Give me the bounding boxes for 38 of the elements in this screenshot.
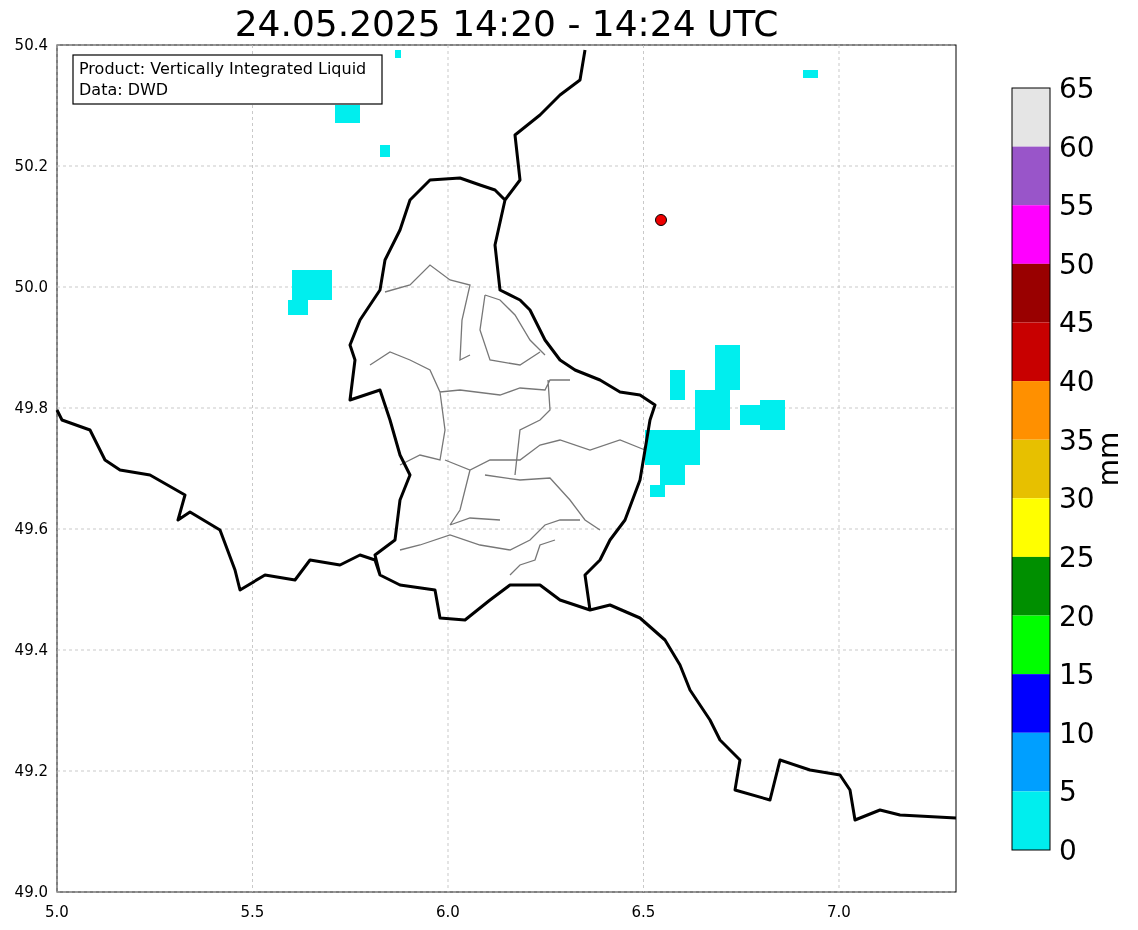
colorbar-label: mm — [1092, 431, 1125, 487]
colorbar-tick-label: 40 — [1059, 365, 1095, 399]
x-tick-label: 5.5 — [240, 903, 265, 921]
y-tick-label: 49.8 — [14, 399, 48, 417]
radar-echo — [803, 70, 818, 78]
radar-echo — [395, 50, 401, 58]
colorbar-tick-label: 50 — [1059, 247, 1095, 281]
colorbar-tick-label: 35 — [1059, 423, 1095, 457]
y-tick-label: 49.4 — [14, 641, 48, 659]
y-tick-label: 50.0 — [14, 278, 48, 296]
radar-echo — [335, 105, 360, 123]
y-tick-label: 49.2 — [14, 762, 48, 780]
y-tick-label: 50.4 — [14, 36, 48, 54]
legend-text: Data: DWD — [79, 80, 169, 99]
y-tick-label: 49.0 — [14, 883, 48, 901]
legend-text: Product: Vertically Integrated Liquid — [79, 59, 367, 78]
colorbar-tick-label: 25 — [1059, 540, 1095, 574]
colorbar-tick-label: 5 — [1059, 775, 1077, 809]
colorbar-tick-label: 10 — [1059, 716, 1095, 750]
location-marker — [655, 214, 667, 226]
colorbar-tick-label: 0 — [1059, 834, 1077, 867]
colorbar-tick-label: 65 — [1059, 72, 1095, 105]
chart-title: 24.05.2025 14:20 - 14:24 UTC — [234, 3, 779, 44]
radar-echo — [715, 345, 740, 390]
x-tick-label: 6.0 — [436, 903, 460, 921]
x-tick-label: 5.0 — [45, 903, 69, 921]
y-tick-label: 49.6 — [14, 520, 48, 538]
colorbar-tick-label: 45 — [1059, 306, 1095, 340]
colorbar-tick-label: 60 — [1059, 130, 1095, 164]
y-tick-label: 50.2 — [14, 157, 48, 175]
radar-echo — [380, 145, 390, 157]
radar-echo — [670, 370, 685, 400]
colorbar-tick-label: 20 — [1059, 599, 1095, 633]
x-tick-label: 7.0 — [827, 903, 851, 921]
colorbar-tick-label: 15 — [1059, 658, 1095, 692]
x-tick-label: 6.5 — [631, 903, 656, 921]
colorbar-tick-label: 55 — [1059, 189, 1095, 223]
colorbar-tick-label: 30 — [1059, 482, 1095, 516]
